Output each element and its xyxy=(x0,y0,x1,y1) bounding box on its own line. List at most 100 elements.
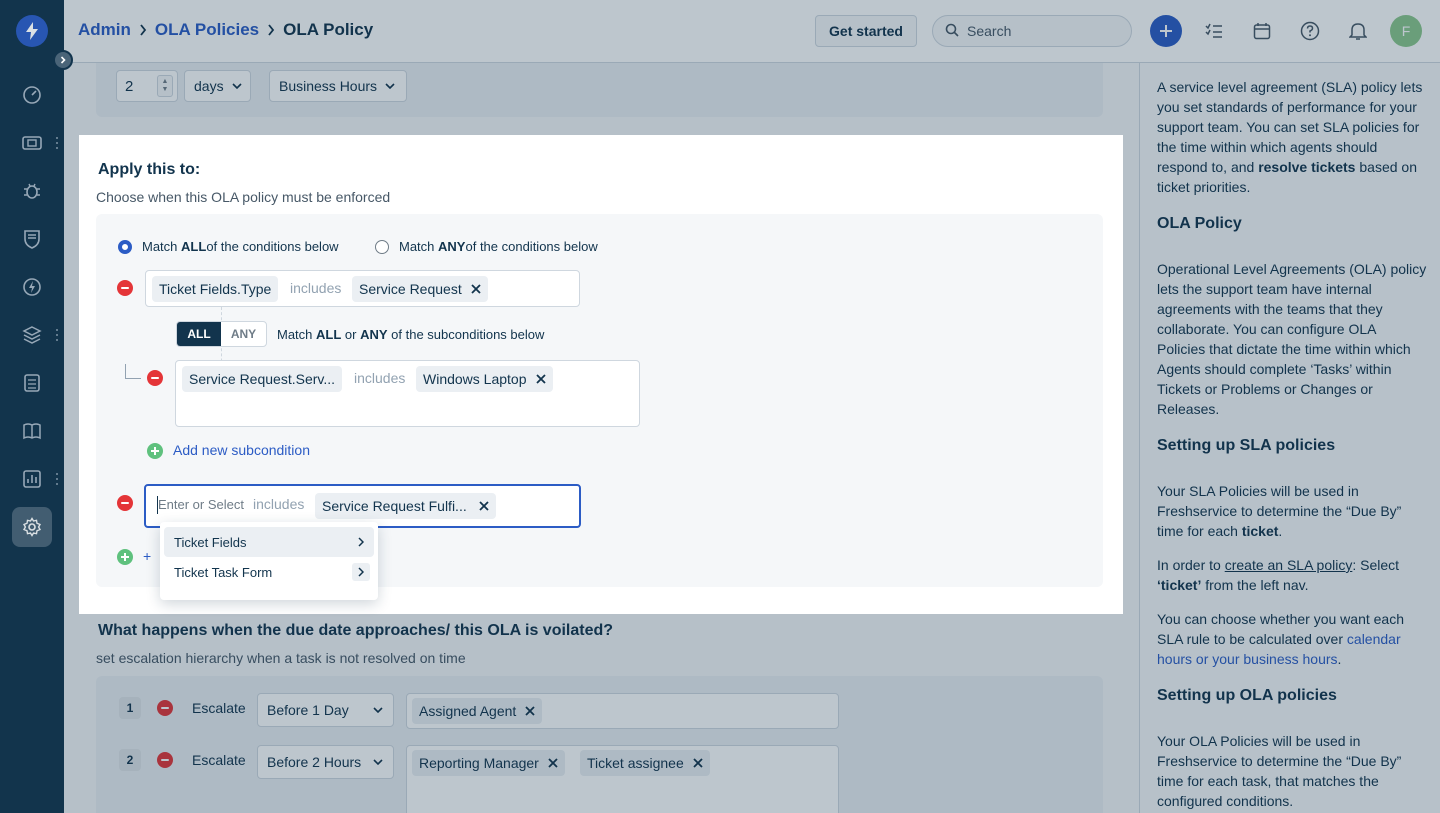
help-ola-setup-text: Your OLA Policies will be used in Freshs… xyxy=(1157,733,1402,809)
calendar-icon[interactable] xyxy=(1246,15,1278,47)
remove-recipient-x-icon[interactable] xyxy=(548,758,558,768)
tickets-more-icon[interactable] xyxy=(52,136,62,150)
condition-1-field-tag[interactable]: Ticket Fields.Type xyxy=(152,276,279,302)
subcondition-tree-line xyxy=(125,364,141,379)
escalation-section: What happens when the due date approache… xyxy=(64,614,1139,813)
breadcrumb-chevron-icon xyxy=(267,24,275,36)
remove-recipient-x-icon[interactable] xyxy=(525,706,535,716)
assets-more-icon[interactable] xyxy=(52,328,62,342)
escalation-title: What happens when the due date approache… xyxy=(98,622,614,639)
add-subcondition-link[interactable]: Add new subcondition xyxy=(173,442,310,458)
help-sla-intro: A service level agreement (SLA) policy l… xyxy=(1157,79,1423,195)
condition-1-field[interactable]: Ticket Fields.Type includes Service Requ… xyxy=(145,270,580,307)
add-subcondition-plus-icon[interactable] xyxy=(147,443,163,459)
escalation-2-time-select[interactable]: Before 2 Hours xyxy=(257,745,394,779)
toggle-all-option[interactable]: ALL xyxy=(177,322,221,346)
dropdown-item-ticket-fields[interactable]: Ticket Fields xyxy=(164,527,374,557)
contracts-icon[interactable] xyxy=(12,363,52,403)
apply-title: Apply this to: xyxy=(98,161,201,178)
number-stepper-icon[interactable]: ▲ ▼ xyxy=(157,75,173,97)
chevron-right-icon xyxy=(352,533,370,551)
help-panel: A service level agreement (SLA) policy l… xyxy=(1139,63,1440,813)
dim-overlay-left xyxy=(64,135,79,614)
remove-value-x-icon[interactable] xyxy=(479,501,489,511)
escalation-level-1-badge: 1 xyxy=(119,697,141,719)
recipient-tag: Ticket assignee xyxy=(580,750,710,776)
get-started-button[interactable]: Get started xyxy=(815,15,917,47)
recipient-tag: Reporting Manager xyxy=(412,750,565,776)
toggle-any-option[interactable]: ANY xyxy=(221,322,266,346)
subcondition-1-operator: includes xyxy=(354,370,406,386)
remove-value-x-icon[interactable] xyxy=(471,284,481,294)
create-sla-policy-link[interactable]: create an SLA policy xyxy=(1225,557,1353,573)
subcondition-1-field[interactable]: Service Request.Serv... includes Windows… xyxy=(175,360,640,427)
notifications-bell-icon[interactable] xyxy=(1342,15,1374,47)
remove-condition-1-icon[interactable] xyxy=(117,280,133,296)
chevron-down-icon xyxy=(232,83,242,89)
hours-type-select[interactable]: Business Hours xyxy=(269,70,407,102)
radio-unselected-icon xyxy=(375,239,389,254)
remove-condition-2-icon[interactable] xyxy=(117,495,133,511)
time-value-input[interactable]: 2 ▲ ▼ xyxy=(116,70,178,102)
subcondition-match-toggle[interactable]: ALL ANY xyxy=(176,321,267,347)
solutions-book-icon[interactable] xyxy=(12,411,52,451)
condition-2-field-placeholder[interactable]: Enter or Select xyxy=(158,497,244,512)
time-unit-select[interactable]: days xyxy=(184,70,251,102)
add-condition-plus-icon[interactable] xyxy=(117,549,133,565)
escalation-1-time-select[interactable]: Before 1 Day xyxy=(257,693,394,727)
dropdown-item-ticket-task-form[interactable]: Ticket Task Form xyxy=(164,557,374,587)
match-any-radio[interactable]: Match ANY of the conditions below xyxy=(375,239,598,254)
remove-value-x-icon[interactable] xyxy=(535,374,546,384)
breadcrumb-admin-link[interactable]: Admin xyxy=(78,20,131,40)
help-sla-setup-text: Your SLA Policies will be used in Freshs… xyxy=(1157,483,1402,539)
add-condition-link-partial[interactable]: + xyxy=(143,548,151,564)
search-input[interactable] xyxy=(967,23,1117,39)
assets-layers-icon[interactable] xyxy=(12,315,52,355)
help-calendar-hours-text: You can choose whether you want each SLA… xyxy=(1157,611,1404,667)
remove-subcondition-1-icon[interactable] xyxy=(147,370,163,386)
problems-bug-icon[interactable] xyxy=(12,171,52,211)
chevron-down-icon xyxy=(385,83,395,89)
escalation-card: 1 Escalate Before 1 Day Assigned Agent 2… xyxy=(96,676,1103,813)
escalation-2-label: Escalate xyxy=(192,752,246,768)
user-avatar[interactable]: F xyxy=(1390,15,1422,47)
tickets-icon[interactable] xyxy=(12,123,52,163)
remove-escalation-1-icon[interactable] xyxy=(157,700,173,716)
reports-more-icon[interactable] xyxy=(52,472,62,486)
condition-1-value-tag: Service Request xyxy=(352,276,488,302)
apply-conditions-panel: Apply this to: Choose when this OLA poli… xyxy=(79,135,1123,614)
top-header: Admin OLA Policies OLA Policy Get starte… xyxy=(64,0,1440,63)
help-heading-setup-ola: Setting up OLA policies xyxy=(1157,687,1337,704)
dashboard-icon[interactable] xyxy=(12,75,52,115)
help-heading-ola-policy: OLA Policy xyxy=(1157,215,1242,232)
admin-settings-gear-icon[interactable] xyxy=(12,507,52,547)
help-create-sla-text: In order to create an SLA policy: Select… xyxy=(1157,557,1400,593)
page-title: OLA Policy xyxy=(283,20,374,39)
new-item-plus-icon[interactable] xyxy=(1150,15,1182,47)
main-content: 2 ▲ ▼ days Business Hours Apply this to: … xyxy=(64,63,1440,813)
todo-checklist-icon[interactable] xyxy=(1198,15,1230,47)
reports-chart-icon[interactable] xyxy=(12,459,52,499)
remove-recipient-x-icon[interactable] xyxy=(693,758,703,768)
escalation-1-recipients[interactable]: Assigned Agent xyxy=(406,693,839,729)
chevron-down-icon xyxy=(373,707,383,713)
escalation-1-label: Escalate xyxy=(192,700,246,716)
apply-subtitle: Choose when this OLA policy must be enfo… xyxy=(96,189,391,205)
help-ola-text: Operational Level Agreements (OLA) polic… xyxy=(1157,261,1427,417)
breadcrumb-ola-policies-link[interactable]: OLA Policies xyxy=(155,20,259,40)
condition-2-operator: includes xyxy=(253,496,305,512)
escalation-level-2-badge: 2 xyxy=(119,749,141,771)
help-question-icon[interactable] xyxy=(1294,15,1326,47)
sidebar-expand-icon[interactable] xyxy=(53,50,73,70)
subcondition-1-field-tag[interactable]: Service Request.Serv... xyxy=(182,366,343,392)
radio-selected-icon xyxy=(118,239,132,254)
freshservice-logo-icon[interactable] xyxy=(16,15,48,47)
remove-escalation-2-icon[interactable] xyxy=(157,752,173,768)
match-all-radio[interactable]: Match ALL of the conditions below xyxy=(118,239,339,254)
subcondition-match-text: Match ALL or ANY of the subconditions be… xyxy=(277,327,545,342)
escalation-2-recipients[interactable]: Reporting Manager Ticket assignee xyxy=(406,745,839,813)
global-search[interactable] xyxy=(932,15,1132,47)
releases-bolt-icon[interactable] xyxy=(12,267,52,307)
changes-shield-icon[interactable] xyxy=(12,219,52,259)
resolution-time-row: 2 ▲ ▼ days Business Hours xyxy=(96,63,1103,117)
